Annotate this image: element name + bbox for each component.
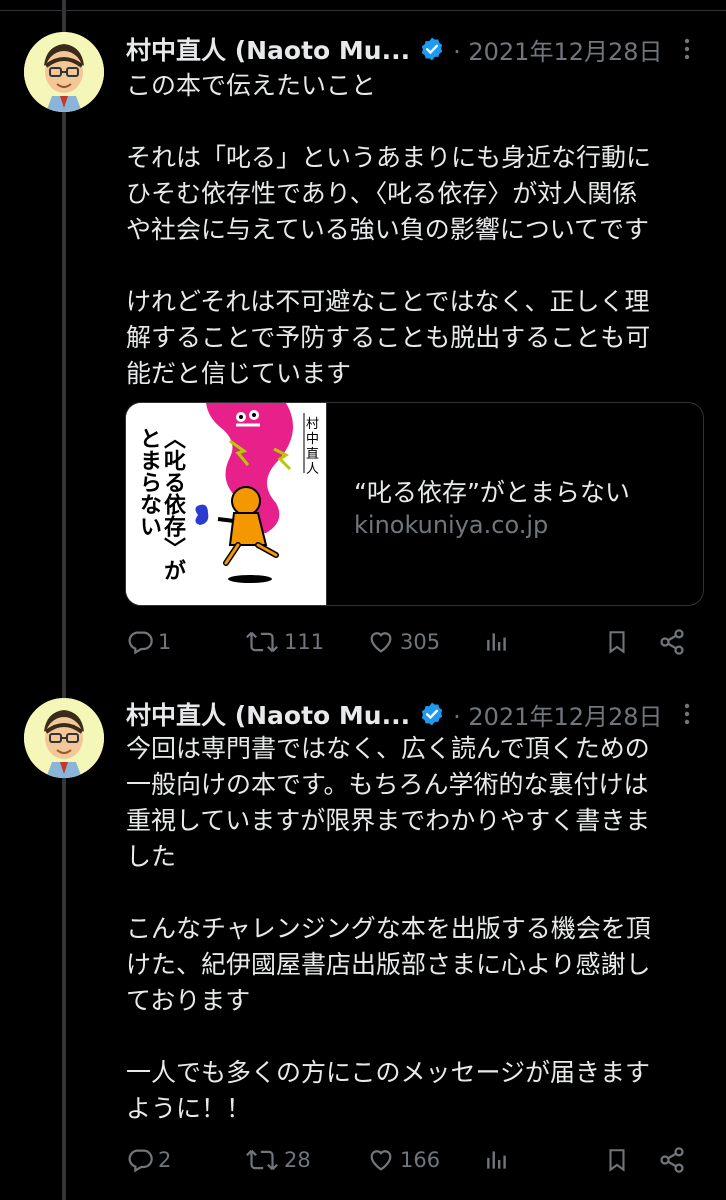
tweet[interactable]: 村中直人 (Naoto Mu... · 2021年12月28日 今回は専門書では… [0, 690, 726, 1200]
text-line: けた、紀伊國屋書店出版部さまに心より感謝し [126, 950, 651, 979]
text-line: ように！！ [126, 1094, 252, 1123]
tweet[interactable]: 村中直人 (Naoto Mu... · 2021年12月28日 この本で伝えたい… [0, 0, 726, 690]
share-icon [660, 629, 684, 655]
like-button[interactable]: 166 [366, 1140, 440, 1180]
tweet-header: 村中直人 (Naoto Mu... · 2021年12月28日 [126, 32, 663, 66]
bookmark-button[interactable] [604, 622, 630, 662]
reply-icon [128, 1149, 153, 1173]
analytics-icon [487, 633, 506, 651]
book-cover-title: 〈叱る依存〉がとまらない [136, 427, 185, 581]
views-button[interactable] [484, 622, 510, 662]
text-line: けれどそれは不可避なことではなく、正しく理 [126, 287, 650, 316]
bookmark-icon [609, 1149, 625, 1172]
card-title: “叱る依存”がとまらない [354, 478, 630, 507]
text-line: こんなチャレンジングな本を出版する機会を頂 [126, 914, 651, 943]
views-button[interactable] [484, 1140, 510, 1180]
text-line: した [126, 842, 177, 871]
author-name[interactable]: 村中直人 (Naoto Mu... [126, 696, 410, 732]
text-line: それは「叱る」というあまりにも身近な行動に [126, 143, 652, 172]
text-line: 能だと信じています [126, 359, 352, 388]
analytics-icon [487, 1151, 506, 1169]
retweet-button[interactable]: 28 [244, 1140, 311, 1180]
reply-button[interactable]: 1 [126, 622, 171, 662]
tweet-text: 今回は専門書ではなく、広く読んで頂くための 一般向けの本です。もちろん学術的な裏… [126, 731, 706, 1127]
text-line: 重視していますが限界までわかりやすく書きま [126, 806, 651, 835]
text-line: ております [126, 986, 251, 1015]
text-line: 今回は専門書ではなく、広く読んで頂くための [126, 734, 650, 763]
retweet-icon [246, 631, 278, 653]
verified-badge-icon [419, 36, 445, 62]
share-icon [660, 1147, 684, 1173]
card-domain: kinokuniya.co.jp [354, 511, 549, 539]
bookmark-icon [609, 631, 625, 654]
verified-badge-icon [419, 701, 445, 727]
text-line: 解することで予防することも脱出することも可 [126, 323, 651, 352]
heart-icon [370, 1150, 392, 1171]
retweet-count: 28 [284, 1148, 311, 1172]
retweet-count: 111 [284, 630, 325, 654]
avatar[interactable] [24, 32, 104, 112]
reply-button[interactable]: 2 [126, 1140, 171, 1180]
text-line: 一人でも多くの方にこのメッセージが届きます [126, 1058, 651, 1087]
text-line: この本で伝えたいこと [126, 71, 377, 100]
like-count: 166 [400, 1148, 441, 1172]
reply-count: 1 [158, 630, 172, 654]
book-cover-image: 村中直人 〈叱る依存〉がとまらない [126, 403, 327, 605]
author-name[interactable]: 村中直人 (Naoto Mu... [126, 31, 410, 67]
link-card[interactable]: 村中直人 〈叱る依存〉がとまらない “叱る依存”がとまらない kinokuniy… [125, 402, 704, 606]
tweet-date[interactable]: · 2021年12月28日 [453, 32, 662, 67]
avatar[interactable] [24, 698, 104, 778]
like-count: 305 [400, 630, 441, 654]
share-button[interactable] [658, 622, 686, 662]
heart-icon [370, 632, 392, 653]
more-dots-icon[interactable] [672, 697, 702, 731]
more-dots-icon[interactable] [672, 32, 702, 66]
retweet-icon [246, 1149, 278, 1171]
tweet-date[interactable]: · 2021年12月28日 [453, 697, 662, 732]
tweet-actions: 2 28 166 [126, 1140, 696, 1180]
text-line: や社会に与えている強い負の影響についてです [126, 215, 650, 244]
tweet-actions: 1 111 305 [126, 622, 696, 662]
retweet-button[interactable]: 111 [244, 622, 324, 662]
reply-count: 2 [158, 1148, 172, 1172]
text-line: ひそむ依存性であり、〈叱る依存〉が対人関係 [126, 179, 638, 208]
share-button[interactable] [658, 1140, 686, 1180]
tweet-header: 村中直人 (Naoto Mu... · 2021年12月28日 [126, 697, 663, 731]
text-line: 一般向けの本です。もちろん学術的な裏付けは [126, 770, 649, 799]
bookmark-button[interactable] [604, 1140, 630, 1180]
like-button[interactable]: 305 [366, 622, 440, 662]
tweet-text: この本で伝えたいこと それは「叱る」というあまりにも身近な行動に ひそむ依存性で… [126, 68, 706, 392]
book-cover-author: 村中直人 [306, 417, 320, 477]
reply-icon [128, 631, 153, 655]
